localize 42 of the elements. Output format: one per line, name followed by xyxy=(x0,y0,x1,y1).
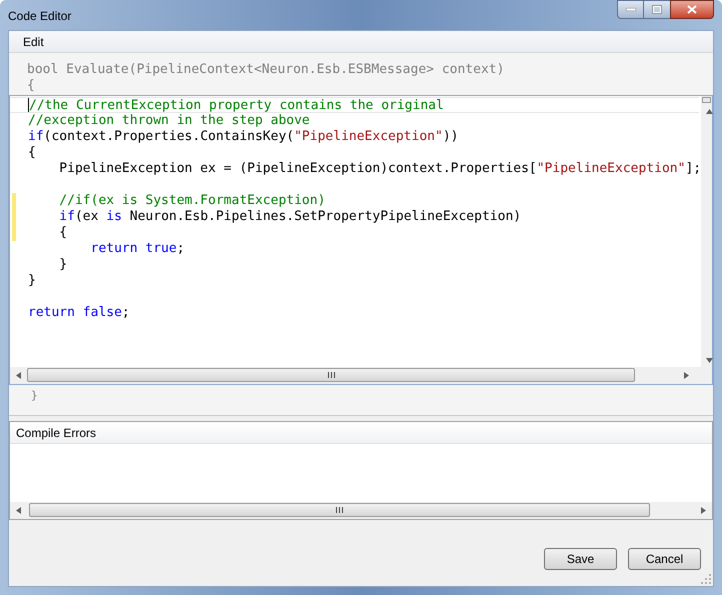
code-line: return true; xyxy=(90,241,185,257)
resize-grip-icon[interactable] xyxy=(701,574,711,584)
code-line: } xyxy=(58,257,68,273)
close-icon xyxy=(687,5,697,14)
menu-item[interactable]: Edit xyxy=(16,32,51,50)
text-cursor xyxy=(28,98,29,112)
scroll-right-icon[interactable] xyxy=(701,507,706,514)
dialog-button[interactable]: Cancel xyxy=(628,548,701,570)
code-line: //if(ex is System.FormatException) xyxy=(58,193,326,209)
code-line: //the CurrentException property contains the original xyxy=(29,98,444,114)
code-signature: bool Evaluate(PipelineContext<Neuron.Esb.ESBMessage> context) xyxy=(26,62,504,78)
scroll-up-icon[interactable] xyxy=(706,109,714,114)
horizontal-scrollbar[interactable] xyxy=(10,502,712,519)
maximize-button[interactable] xyxy=(644,0,670,19)
code-line: { xyxy=(28,145,36,161)
grip-icon xyxy=(328,372,334,378)
close-button[interactable] xyxy=(670,0,714,19)
horizontal-scrollbar[interactable] xyxy=(10,367,695,384)
scroll-left-icon[interactable] xyxy=(16,372,21,379)
code-line: return false; xyxy=(28,305,130,321)
scroll-thumb[interactable] xyxy=(29,503,650,517)
grip-icon xyxy=(336,507,343,513)
window-title: Code Editor xyxy=(8,8,72,25)
code-line: PipelineException ex = (PipelineException)context.Properties["PipelineException"]; xyxy=(58,161,702,177)
dialog-button[interactable]: Save xyxy=(544,548,617,570)
scroll-thumb[interactable] xyxy=(702,97,711,103)
code-line: if(context.Properties.ContainsKey("PipelineException")) xyxy=(28,129,458,145)
code-line: { xyxy=(58,225,68,241)
code-editor[interactable] xyxy=(9,95,713,385)
code-line: if(ex is Neuron.Esb.Pipelines.SetPropertyPipelineException) xyxy=(58,209,522,225)
vertical-scrollbar[interactable] xyxy=(701,96,712,367)
scroll-left-icon[interactable] xyxy=(16,507,21,514)
code-signature: { xyxy=(26,78,35,94)
minimize-button[interactable] xyxy=(617,0,644,19)
code-closing-brace: } xyxy=(30,388,38,404)
minimize-icon xyxy=(626,8,636,11)
code-line: //exception thrown in the step above xyxy=(28,113,310,129)
scroll-down-icon[interactable] xyxy=(706,358,714,363)
scroll-right-icon[interactable] xyxy=(684,372,689,379)
scroll-thumb[interactable] xyxy=(27,368,635,382)
maximize-icon xyxy=(652,5,662,14)
code-line: } xyxy=(28,273,36,289)
